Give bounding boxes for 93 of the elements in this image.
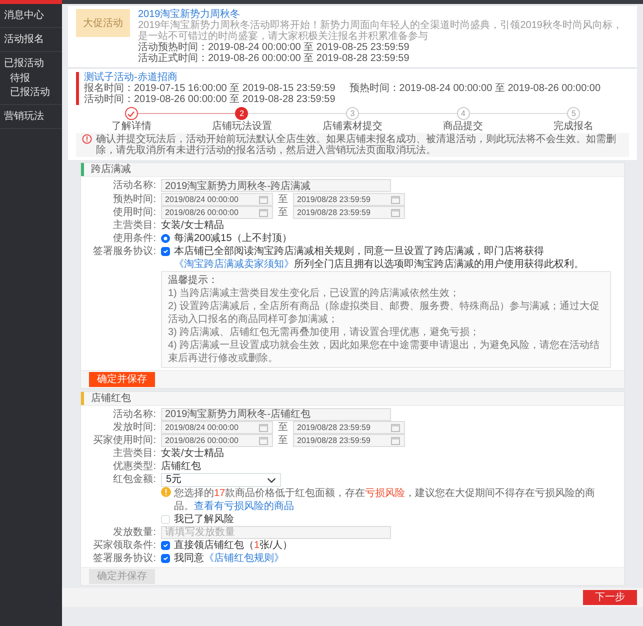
sidebar-item[interactable]: 已报活动	[4, 58, 58, 69]
checkbox-text: 我同意《店铺红包规则》	[174, 552, 284, 565]
activity-time: 报名时间：2019-07-15 16:00:00 至 2019-08-15 23:59:59	[84, 83, 336, 94]
campaign-time: 活动预热时间：2019-08-24 00:00:00 至 2019-08-25 23:59:59	[138, 42, 410, 53]
option-label: 每满200减15（上不封顶）	[174, 232, 292, 244]
tips-title: 温馨提示：	[168, 274, 219, 286]
accent-bar	[76, 72, 79, 105]
calendar-icon	[259, 436, 268, 445]
select-field[interactable]: 5元	[161, 473, 281, 487]
date-field[interactable]: 2019/08/28 23:59:59	[293, 192, 405, 206]
field-label: 活动名称:	[113, 180, 156, 191]
range-separator: 至	[278, 194, 288, 204]
input-field[interactable]: 2019淘宝新势力周秋冬-跨店满减	[161, 179, 391, 192]
checkbox[interactable]	[161, 554, 170, 563]
campaign-title[interactable]: 2019淘宝新势力周秋冬	[138, 9, 629, 20]
field-label: 使用时间:	[113, 206, 156, 218]
warning-text: 您选择的17款商品价格低于红包面额，存在亏损风险，建议您在大促期间不得存在亏损风险的商品。查看有亏损风险的商品	[174, 487, 596, 513]
date-field[interactable]: 2019/08/28 23:59:59	[293, 421, 405, 434]
field-label: 主营类目:	[113, 220, 156, 230]
sidebar-accent-bar	[0, 0, 62, 4]
field-label: 买家领取条件:	[93, 540, 156, 551]
field-label: 活动名称:	[113, 408, 156, 420]
checkbox[interactable]	[161, 541, 170, 550]
checkbox-text: 我已了解风险	[174, 513, 234, 526]
date-field[interactable]: 2019/08/26 00:00:00	[161, 206, 273, 218]
date-field[interactable]: 2019/08/26 00:00:00	[161, 434, 273, 447]
section-title: 店铺红包	[90, 392, 132, 404]
calendar-icon	[391, 194, 400, 204]
field-label: 使用条件:	[113, 232, 156, 244]
checkbox[interactable]	[161, 246, 170, 256]
checkbox-text: 直接领店铺红包（1张/人）	[174, 539, 292, 552]
sidebar-item[interactable]: 活动报名	[4, 34, 58, 45]
tips-line: 4) 跨店满减一旦设置成功就会生效，因此如果您在中途需要申请退出，为避免风险，请您在活动结束后再进行修改或删除。	[168, 338, 601, 364]
calendar-icon	[259, 423, 268, 432]
range-separator: 至	[278, 435, 288, 446]
sidebar-item[interactable]: 消息中心	[4, 10, 58, 21]
calendar-icon	[391, 423, 400, 432]
activity-time: 预热时间：2019-08-24 00:00:00 至 2019-08-26 00:00:00	[349, 83, 601, 94]
radio-button[interactable]	[161, 234, 170, 242]
field-label: 主营类目:	[113, 448, 156, 459]
sidebar-subitem[interactable]: 已报活动	[10, 87, 58, 98]
tips-line: 2) 设置跨店满减后，全店所有商品（除虚拟类目、邮费、服务费、特殊商品）参与满减；通过大促活动入口报名的商品同样可参加满减；	[168, 300, 601, 326]
field-value: 女装/女士精品	[161, 220, 224, 230]
field-label: 签署服务协议:	[93, 553, 156, 564]
tips-line: 1) 当跨店满减主营类目发生变化后，已设置的跨店满减依然生效；	[168, 286, 461, 300]
step-marker: 5	[567, 107, 580, 120]
warning-icon	[161, 487, 171, 497]
field-value: 店铺红包	[161, 461, 201, 472]
notice-text: 确认并提交玩法后，活动开始前玩法默认全店生效。如果店铺未报名成功、被清退活动，则此玩法将不会生效。如需删除，请先取消所有未进行活动的报名活动，然后进入营销玩法页面取消玩法。	[96, 134, 617, 156]
range-separator: 至	[278, 206, 288, 218]
field-label: 红包金额:	[113, 474, 156, 485]
date-field[interactable]: 2019/08/28 23:59:59	[293, 434, 405, 447]
step-label: 店铺素材提交	[322, 121, 382, 132]
field-label: 买家使用时间:	[93, 435, 156, 446]
calendar-icon	[259, 208, 268, 216]
alert-icon	[82, 134, 92, 144]
step-marker: 4	[456, 107, 470, 120]
step-label: 了解详情	[111, 121, 152, 132]
step-label: 店铺玩法设置	[212, 121, 272, 132]
step-label: 完成报名	[554, 121, 594, 132]
input-field[interactable]: 2019淘宝新势力周秋冬-店铺红包	[161, 408, 391, 420]
calendar-icon	[391, 436, 400, 445]
field-label: 发放时间:	[113, 422, 156, 433]
date-field[interactable]: 2019/08/24 00:00:00	[161, 421, 273, 434]
date-field[interactable]: 2019/08/24 00:00:00	[161, 192, 273, 206]
section-title: 跨店满减	[90, 163, 132, 176]
activity-time: 活动时间：2019-08-26 00:00:00 至 2019-08-28 23:59:59	[84, 94, 336, 105]
field-label: 预热时间:	[113, 194, 156, 204]
sidebar-subitem[interactable]: 待报	[10, 73, 58, 84]
tips-line: 3) 跨店满减、店铺红包无需再叠加使用，请设置合理优惠，避免亏损；	[168, 326, 481, 338]
field-label: 优惠类型:	[113, 461, 156, 472]
range-separator: 至	[278, 422, 288, 433]
text-link[interactable]: 查看有亏损风险的商品	[194, 501, 294, 512]
field-label: 签署服务协议:	[93, 246, 156, 256]
campaign-time: 活动正式时间：2019-08-26 00:00:00 至 2019-08-28 23:59:59	[138, 53, 410, 64]
text-link[interactable]: 《店铺红包规则》	[204, 553, 284, 564]
step-marker: 3	[346, 107, 359, 120]
step-label: 商品提交	[443, 121, 484, 132]
campaign-description: 2019年淘宝新势力周秋冬活动即将开始！新势力周面向年轻人的全渠道时尚盛典，引领2019秋冬时尚风向标，是一站不可错过的时尚盛宴，请大家积极关注报名并积累准备参与	[138, 20, 624, 42]
checkbox-text: 本店铺已全部阅读淘宝跨店满减相关规则，同意一旦设置了跨店满减，即门店将获得 《淘宝跨店满减卖家须知》所列全门店且拥有以选项即淘宝跨店满减的用户使用获得此权利。	[174, 244, 585, 270]
date-field[interactable]: 2019/08/28 23:59:59	[293, 206, 405, 218]
calendar-icon	[391, 208, 400, 216]
campaign-thumbnail: 大促活动	[76, 9, 130, 37]
sidebar-item[interactable]: 营销玩法	[4, 111, 58, 122]
field-label: 发放数量:	[113, 527, 156, 538]
check-icon	[127, 110, 136, 118]
field-value: 女装/女士精品	[161, 448, 224, 459]
activity-title[interactable]: 测试子活动-赤道招商	[84, 72, 629, 83]
input-field[interactable]: 请填写发放数量	[161, 526, 391, 539]
step-marker: 2	[235, 107, 248, 120]
next-button[interactable]: 下一步	[583, 590, 637, 605]
text-link[interactable]: 《淘宝跨店满减卖家须知》	[174, 258, 294, 270]
calendar-icon	[259, 194, 268, 204]
